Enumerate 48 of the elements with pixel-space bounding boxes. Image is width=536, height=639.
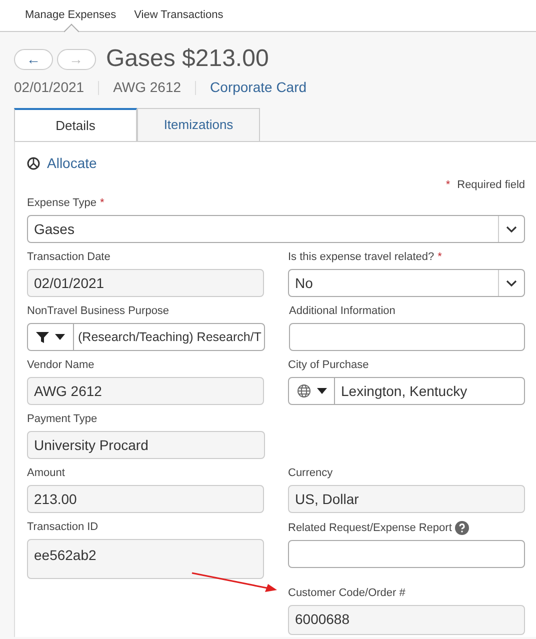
previous-button[interactable]: ← bbox=[14, 48, 53, 70]
input-field[interactable]: 02/01/2021 bbox=[27, 269, 264, 297]
field-label: Currency bbox=[288, 467, 333, 480]
field-label: Transaction ID bbox=[27, 521, 98, 534]
filter-icon bbox=[36, 330, 49, 344]
field-label: Amount bbox=[27, 467, 65, 480]
pie-chart-icon bbox=[27, 157, 40, 170]
text-area[interactable]: 6000688 bbox=[288, 605, 525, 635]
field-label: Payment Type bbox=[27, 413, 98, 426]
combo-field[interactable]: (Research/Teaching) Research/T bbox=[27, 323, 265, 351]
input-field[interactable]: 213.00 bbox=[27, 485, 264, 513]
input-field[interactable] bbox=[289, 323, 525, 351]
expense-title: Gases $213.00 bbox=[106, 47, 269, 71]
field-label: Transaction Date bbox=[27, 251, 110, 264]
field-label: NonTravel Business Purpose bbox=[27, 305, 170, 318]
globe-icon bbox=[296, 384, 310, 398]
required-mark: * bbox=[100, 197, 104, 210]
vendor-text: AWG 2612 bbox=[113, 78, 182, 97]
allocate-link[interactable]: Allocate bbox=[47, 153, 97, 174]
tab[interactable]: Itemizations bbox=[137, 108, 260, 142]
field-label: Is this expense travel related? bbox=[288, 251, 434, 264]
caret-icon bbox=[55, 334, 65, 340]
combo-field[interactable]: Lexington, Kentucky bbox=[288, 377, 525, 405]
expense-date: 02/01/2021 bbox=[14, 78, 84, 97]
input-field[interactable]: University Procard bbox=[27, 431, 265, 459]
nav-tab[interactable]: Manage Expenses bbox=[25, 0, 116, 41]
field-label: City of Purchase bbox=[288, 359, 369, 372]
required-mark: * bbox=[446, 179, 450, 192]
payment-link[interactable]: Corporate Card bbox=[210, 77, 307, 98]
input-field[interactable] bbox=[288, 540, 525, 568]
tab[interactable]: Details bbox=[14, 108, 137, 142]
field-label: Customer Code/Order # bbox=[288, 587, 406, 600]
select-field[interactable]: No bbox=[288, 269, 525, 297]
text-area[interactable]: ee562ab2 bbox=[27, 539, 264, 579]
caret-icon bbox=[316, 388, 326, 394]
field-label: Additional Information bbox=[289, 305, 396, 318]
field-label: Vendor Name bbox=[27, 359, 94, 372]
select-field[interactable]: Gases bbox=[27, 215, 525, 243]
chevron-icon bbox=[506, 226, 517, 232]
input-field[interactable]: US, Dollar bbox=[288, 485, 525, 513]
input-field[interactable]: AWG 2612 bbox=[27, 377, 264, 405]
field-label: Related Request/Expense Report bbox=[288, 522, 452, 534]
help-icon[interactable] bbox=[455, 521, 470, 535]
required-mark: * bbox=[438, 251, 442, 264]
field-label: Expense Type bbox=[27, 197, 97, 210]
required-note: Required field bbox=[457, 179, 525, 192]
chevron-icon bbox=[506, 280, 517, 286]
nav-tab[interactable]: View Transactions bbox=[134, 0, 224, 41]
